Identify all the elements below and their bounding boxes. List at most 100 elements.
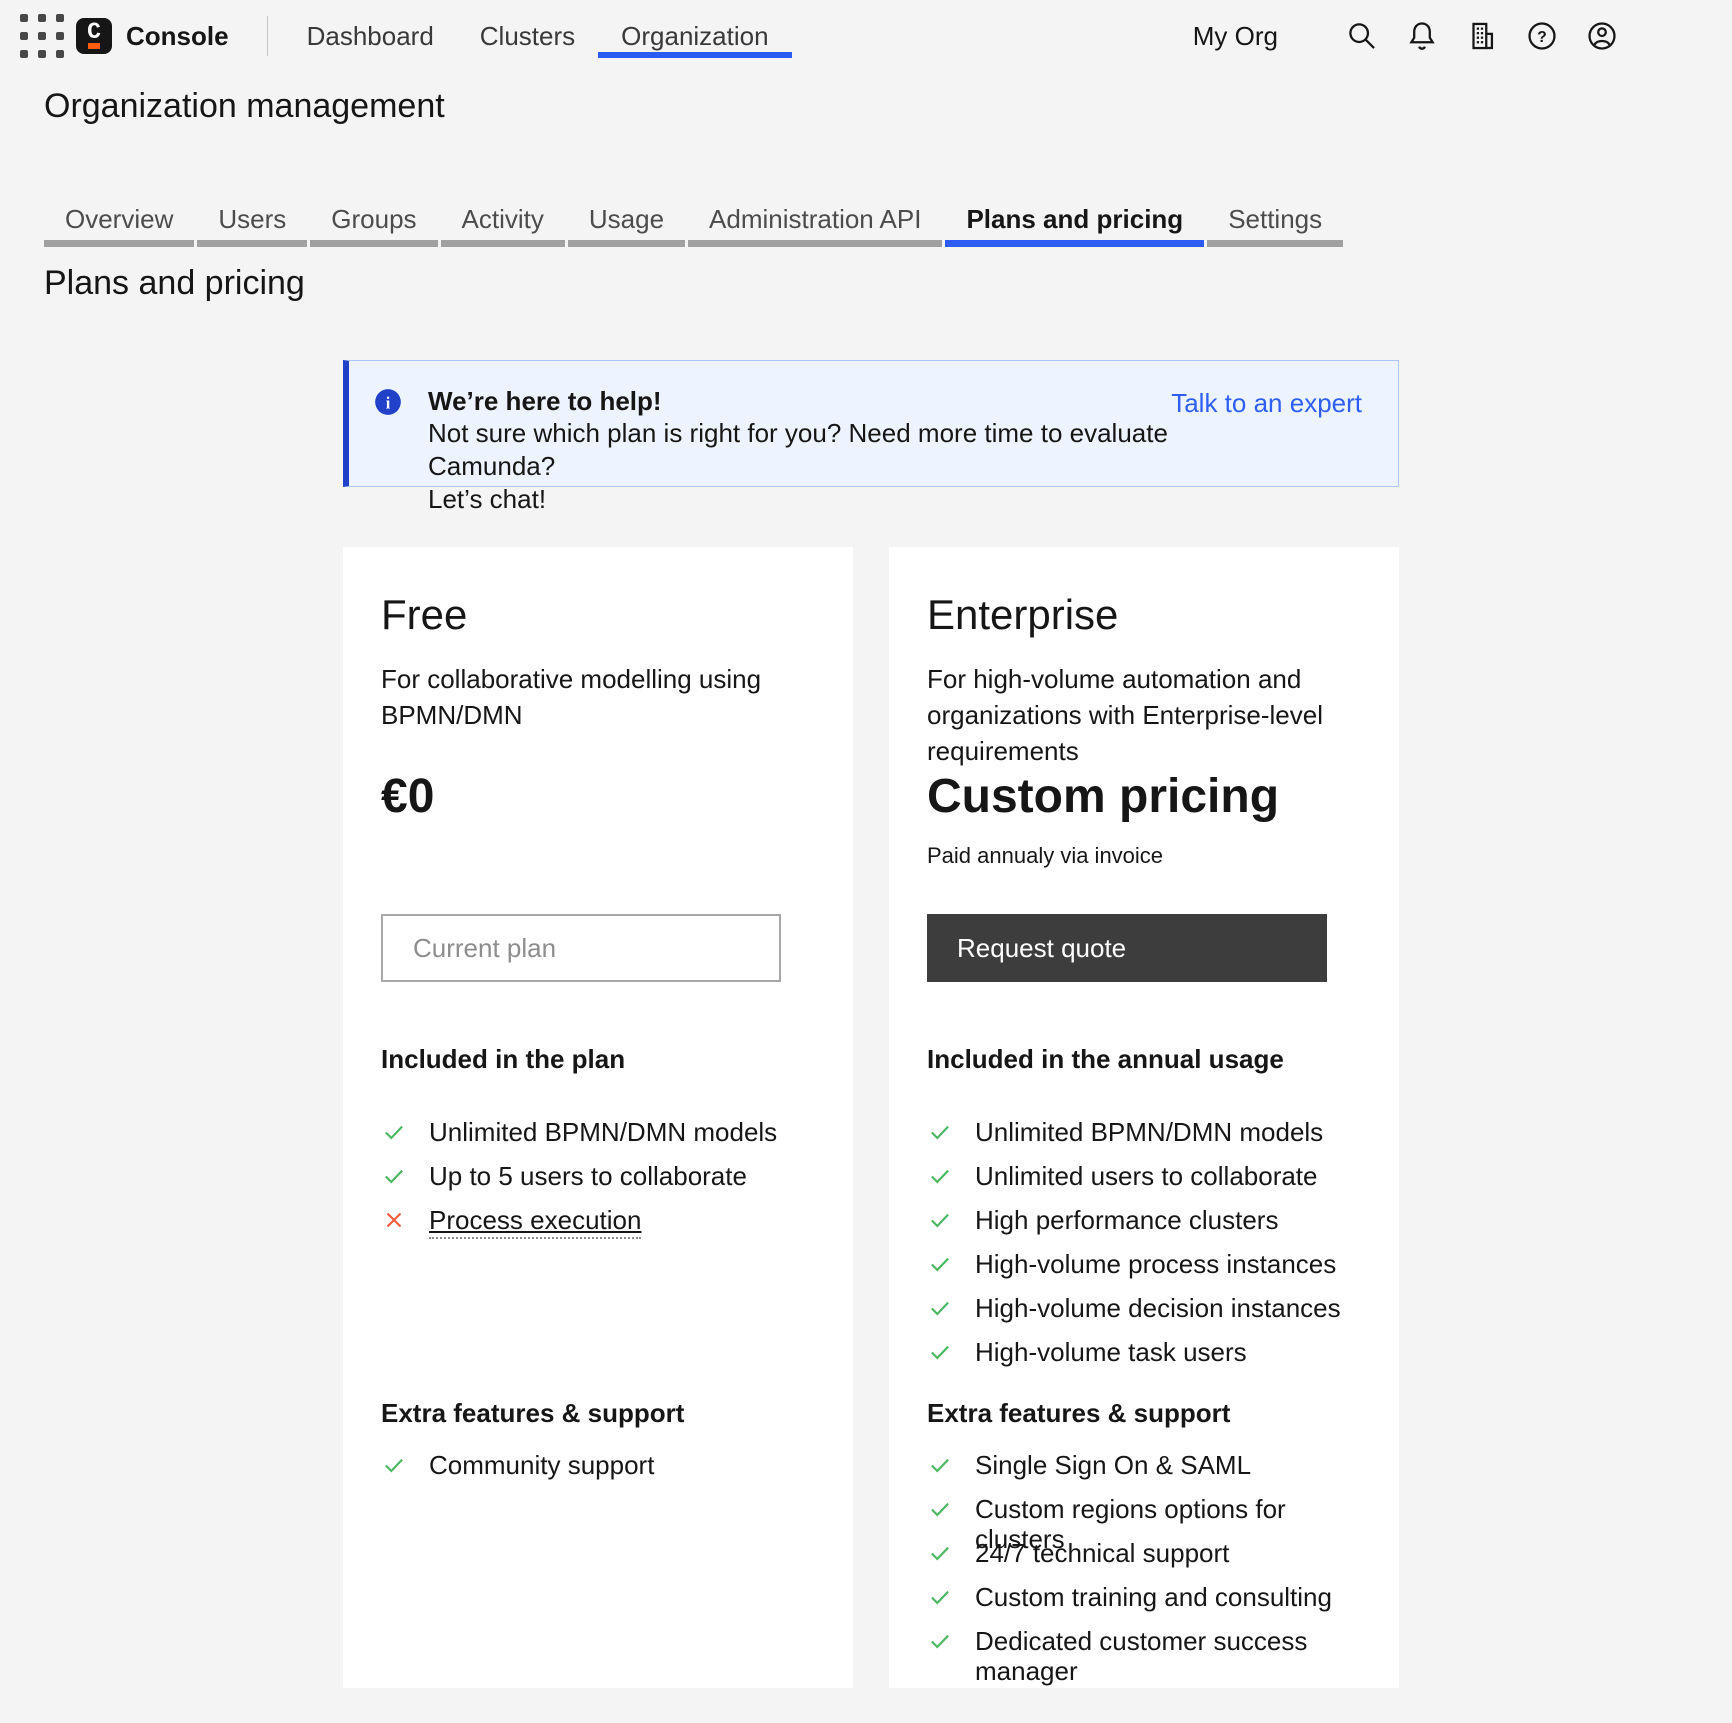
list-item: Process execution [381, 1205, 815, 1235]
feature-text: Community support [429, 1450, 654, 1480]
plan-name: Enterprise [927, 591, 1361, 639]
check-icon [381, 1119, 407, 1145]
plan-name: Free [381, 591, 815, 639]
plan-cards: Free For collaborative modelling using B… [343, 547, 1399, 1688]
extra-heading: Extra features & support [927, 1398, 1361, 1428]
plan-price: €0 [381, 769, 815, 825]
list-item: Custom training and consulting [927, 1582, 1361, 1612]
header-divider [267, 16, 268, 56]
request-quote-button[interactable]: Request quote [927, 914, 1327, 982]
feature-text: High performance clusters [975, 1205, 1278, 1235]
info-icon: i [374, 388, 402, 416]
banner-text: We’re here to help! Not sure which plan … [428, 385, 1171, 486]
bell-icon[interactable] [1404, 18, 1440, 54]
header-nav: Dashboard Clusters Organization [284, 15, 792, 58]
section-title: Plans and pricing [44, 263, 1732, 303]
tab-users[interactable]: Users [197, 204, 307, 247]
banner-title: We’re here to help! [428, 385, 1171, 417]
feature-text-process-execution[interactable]: Process execution [429, 1205, 641, 1239]
extra-heading: Extra features & support [381, 1398, 815, 1428]
feature-text: High-volume process instances [975, 1249, 1336, 1279]
check-icon [927, 1584, 953, 1610]
included-heading: Included in the plan [381, 1044, 815, 1074]
org-switcher[interactable]: My Org [1193, 21, 1278, 52]
plan-card-free: Free For collaborative modelling using B… [343, 547, 853, 1688]
plan-description: For collaborative modelling using BPMN/D… [381, 661, 815, 769]
list-item: Unlimited BPMN/DMN models [381, 1117, 815, 1147]
feature-text: High-volume task users [975, 1337, 1247, 1367]
plan-price: Custom pricing [927, 769, 1361, 825]
help-icon[interactable]: ? [1524, 18, 1560, 54]
x-icon [381, 1207, 407, 1233]
feature-text: Custom training and consulting [975, 1582, 1332, 1612]
feature-text: Unlimited BPMN/DMN models [975, 1117, 1323, 1147]
logo-orange-bar [88, 43, 100, 49]
building-icon[interactable] [1464, 18, 1500, 54]
feature-text: Single Sign On & SAML [975, 1450, 1251, 1480]
tab-settings[interactable]: Settings [1207, 204, 1343, 247]
camunda-logo[interactable]: C [76, 18, 112, 54]
app-header: C Console Dashboard Clusters Organizatio… [0, 0, 1732, 72]
page-title: Organization management [44, 86, 1732, 126]
list-item: Dedicated customer success manager [927, 1626, 1361, 1656]
search-icon[interactable] [1344, 18, 1380, 54]
check-icon [927, 1163, 953, 1189]
list-item: High-volume process instances [927, 1249, 1361, 1279]
app-switcher-grid-icon[interactable] [20, 14, 64, 58]
check-icon [927, 1628, 953, 1654]
check-icon [927, 1251, 953, 1277]
check-icon [927, 1496, 953, 1522]
check-icon [927, 1339, 953, 1365]
list-item: High performance clusters [927, 1205, 1361, 1235]
feature-text: Unlimited users to collaborate [975, 1161, 1318, 1191]
list-item: High-volume decision instances [927, 1293, 1361, 1323]
plan-description: For high-volume automation and organizat… [927, 661, 1361, 769]
logo-letter: C [76, 19, 112, 45]
tab-bar: Overview Users Groups Activity Usage Adm… [44, 204, 1732, 247]
list-item: Community support [381, 1450, 815, 1480]
check-icon [927, 1207, 953, 1233]
feature-text: Up to 5 users to collaborate [429, 1161, 747, 1191]
list-item: Unlimited users to collaborate [927, 1161, 1361, 1191]
user-avatar-icon[interactable] [1584, 18, 1620, 54]
feature-text: Dedicated customer success manager [975, 1626, 1361, 1686]
plan-price-note [381, 843, 815, 869]
tab-administration-api[interactable]: Administration API [688, 204, 942, 247]
tab-usage[interactable]: Usage [568, 204, 685, 247]
check-icon [927, 1452, 953, 1478]
tab-plans-and-pricing[interactable]: Plans and pricing [945, 204, 1204, 247]
included-heading: Included in the annual usage [927, 1044, 1361, 1074]
svg-text:?: ? [1537, 29, 1547, 46]
list-item: Unlimited BPMN/DMN models [927, 1117, 1361, 1147]
extra-list: Single Sign On & SAML Custom regions opt… [927, 1450, 1361, 1656]
feature-text: Unlimited BPMN/DMN models [429, 1117, 777, 1147]
nav-item-organization[interactable]: Organization [598, 15, 791, 58]
check-icon [927, 1119, 953, 1145]
product-name: Console [126, 21, 229, 52]
list-item: Custom regions options for clusters [927, 1494, 1361, 1524]
tab-groups[interactable]: Groups [310, 204, 437, 247]
plan-price-note: Paid annualy via invoice [927, 843, 1361, 869]
tab-activity[interactable]: Activity [441, 204, 565, 247]
svg-text:i: i [386, 393, 391, 412]
banner-line2: Let’s chat! [428, 483, 1171, 516]
feature-text: High-volume decision instances [975, 1293, 1341, 1323]
current-plan-button[interactable]: Current plan [381, 914, 781, 982]
check-icon [381, 1163, 407, 1189]
extra-list: Community support [381, 1450, 815, 1480]
nav-item-clusters[interactable]: Clusters [457, 15, 598, 58]
talk-to-expert-link[interactable]: Talk to an expert [1171, 387, 1362, 486]
included-list: Unlimited BPMN/DMN models Unlimited user… [927, 1117, 1361, 1398]
list-item: Up to 5 users to collaborate [381, 1161, 815, 1191]
plan-card-enterprise: Enterprise For high-volume automation an… [889, 547, 1399, 1688]
check-icon [927, 1540, 953, 1566]
tab-overview[interactable]: Overview [44, 204, 194, 247]
included-list: Unlimited BPMN/DMN models Up to 5 users … [381, 1117, 815, 1398]
nav-item-dashboard[interactable]: Dashboard [284, 15, 457, 58]
list-item: High-volume task users [927, 1337, 1361, 1367]
list-item: Single Sign On & SAML [927, 1450, 1361, 1480]
check-icon [381, 1452, 407, 1478]
check-icon [927, 1295, 953, 1321]
info-banner: i We’re here to help! Not sure which pla… [343, 360, 1399, 487]
feature-text: 24/7 technical support [975, 1538, 1229, 1568]
